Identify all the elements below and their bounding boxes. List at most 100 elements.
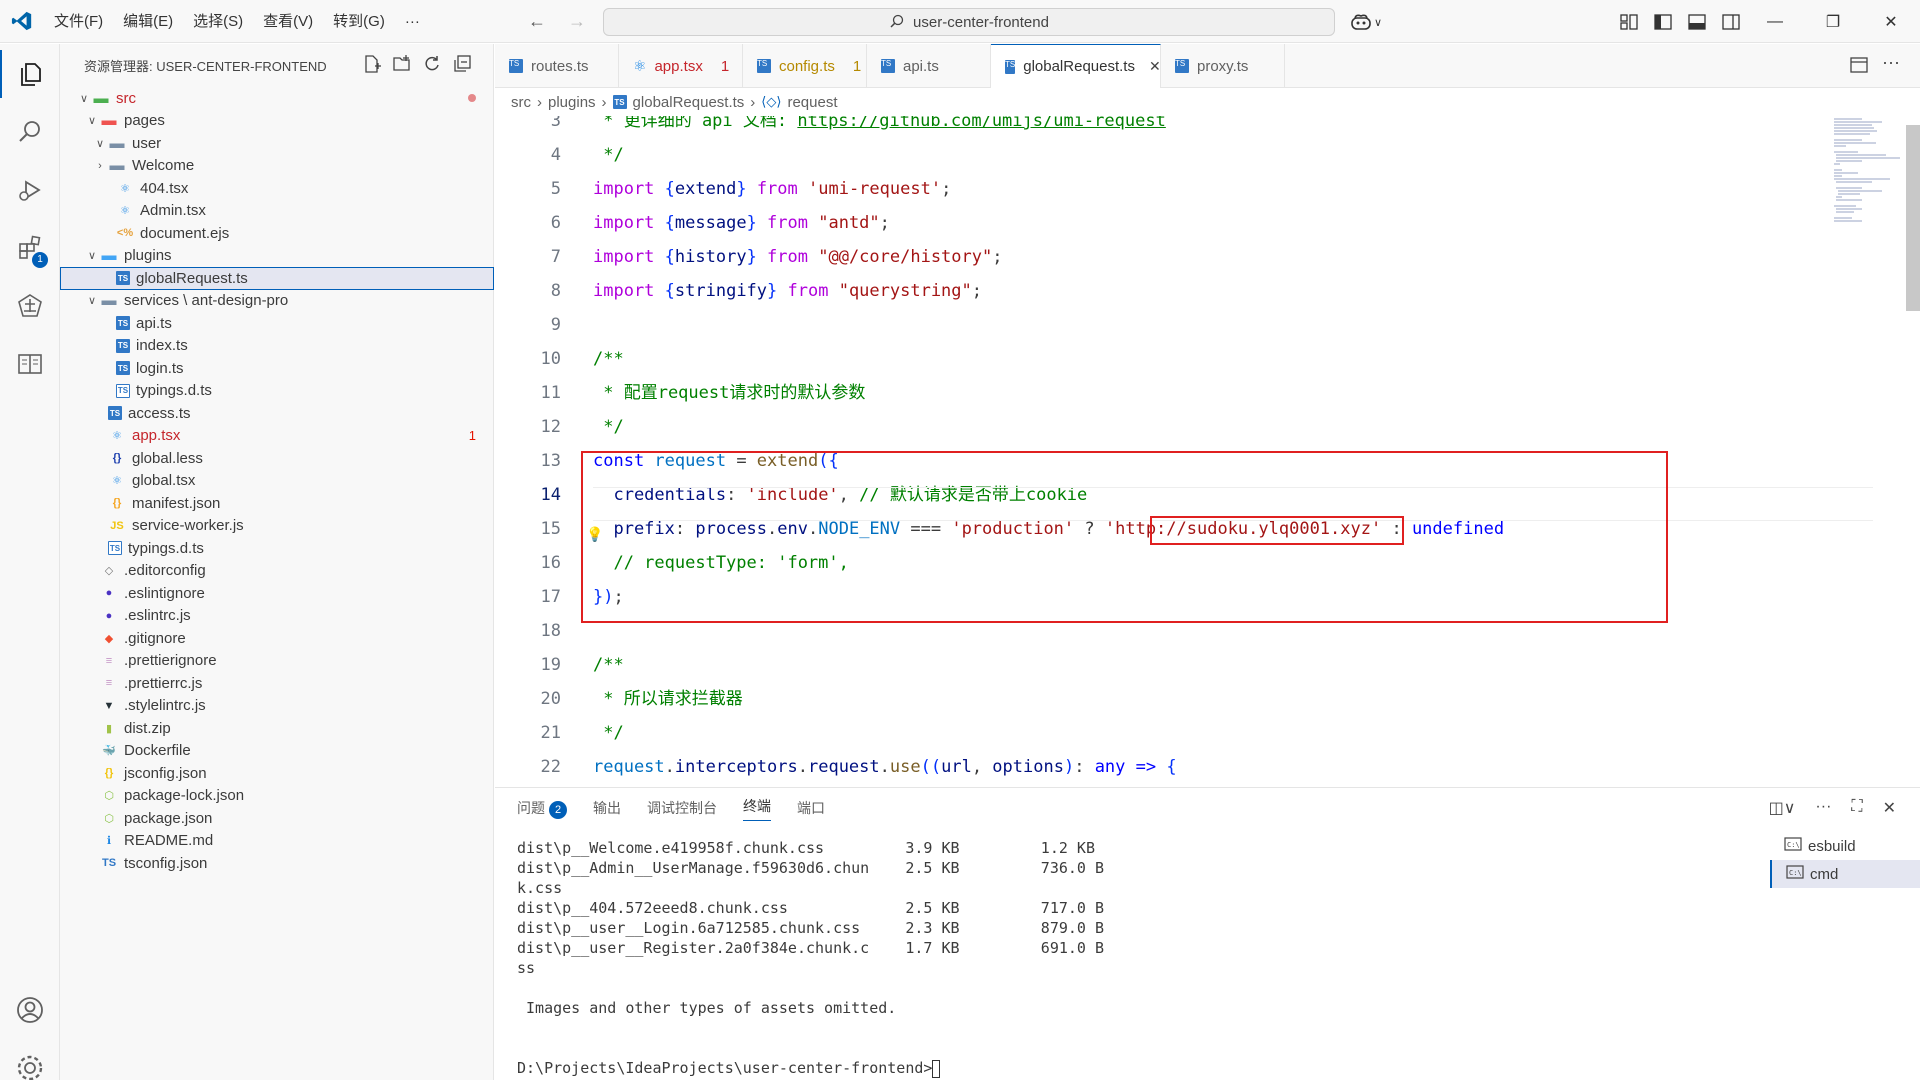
chevron-down-icon[interactable]: ∨ — [84, 114, 100, 127]
panel-tab[interactable]: 端口 — [797, 798, 825, 818]
tree-item[interactable]: TS tsconfig.json — [60, 852, 494, 875]
menu-item[interactable]: 查看(V) — [253, 0, 323, 43]
close-panel-icon[interactable]: ✕ — [1883, 798, 1896, 818]
menu-item[interactable]: ··· — [395, 0, 430, 43]
tree-item[interactable]: ⚛ Admin.tsx — [60, 200, 494, 223]
toggle-secondary-sidebar-icon[interactable] — [1722, 13, 1740, 30]
explorer-icon[interactable] — [0, 50, 60, 98]
tree-item[interactable]: {} manifest.json — [60, 492, 494, 515]
tree-item[interactable]: ∨ ▬ src — [60, 87, 494, 110]
tree-item[interactable]: › ▬ Welcome — [60, 155, 494, 178]
back-arrow-icon[interactable]: ← — [528, 11, 546, 32]
chevron-down-icon[interactable]: ∨ — [84, 294, 100, 307]
menu-item[interactable]: 选择(S) — [183, 0, 253, 43]
terminal-instance[interactable]: C:\ esbuild — [1770, 832, 1920, 860]
tree-item[interactable]: ● .eslintrc.js — [60, 605, 494, 628]
tree-item-label: login.ts — [136, 359, 184, 377]
forward-arrow-icon[interactable]: → — [568, 11, 586, 32]
book-icon[interactable] — [0, 340, 60, 388]
tree-item[interactable]: ⬡ package-lock.json — [60, 785, 494, 808]
tree-item[interactable]: TS index.ts — [60, 335, 494, 358]
menu-item[interactable]: 文件(F) — [44, 0, 113, 43]
close-tab-icon[interactable]: ✕ — [1149, 58, 1161, 75]
tree-item[interactable]: TS access.ts — [60, 402, 494, 425]
tree-item[interactable]: ⚛ global.tsx — [60, 470, 494, 493]
extensions-icon[interactable]: 1 — [0, 224, 60, 272]
breadcrumb-item-symbol[interactable]: request — [787, 94, 837, 111]
tree-item[interactable]: ≡ .prettierignore — [60, 650, 494, 673]
panel-tab[interactable]: 终端 — [743, 796, 771, 821]
minimize-icon[interactable]: — — [1746, 13, 1804, 31]
breadcrumb-item-plugins[interactable]: plugins — [548, 94, 596, 111]
tree-item[interactable]: JS service-worker.js — [60, 515, 494, 538]
minimap[interactable] — [1832, 116, 1902, 236]
tree-item[interactable]: ∨ ▬ plugins — [60, 245, 494, 268]
new-folder-icon[interactable] — [392, 54, 412, 74]
chevron-down-icon[interactable]: ∨ — [76, 92, 92, 105]
panel-tab[interactable]: 输出 — [593, 798, 621, 818]
tree-item[interactable]: ∨ ▬ pages — [60, 110, 494, 133]
tree-item[interactable]: ⚛ 404.tsx — [60, 177, 494, 200]
settings-gear-icon[interactable] — [0, 1044, 60, 1080]
copilot-button[interactable]: ∨ — [1350, 8, 1382, 36]
toggle-primary-sidebar-icon[interactable] — [1654, 13, 1672, 30]
tab-config-ts[interactable]: TS config.ts 1 — [743, 44, 867, 88]
maximize-panel-icon[interactable]: ⛶ — [1851, 798, 1862, 818]
split-terminal-icon[interactable]: ◫∨ — [1769, 798, 1796, 818]
tree-item[interactable]: {} global.less — [60, 447, 494, 470]
panel-tab[interactable]: 问题 2 — [517, 798, 567, 819]
chevron-down-icon[interactable]: ∨ — [92, 137, 108, 150]
collapse-all-icon[interactable] — [452, 54, 472, 74]
split-editor-icon[interactable] — [1850, 56, 1868, 74]
tab-globalrequest-ts[interactable]: TS globalRequest.ts ✕ — [991, 44, 1161, 88]
code-editor[interactable]: 3 4 5 6 7 8 9 10 11 12 13 14 15 16 17 18 19 20 21 22 * 更详细的… — [495, 116, 1920, 786]
refresh-icon[interactable] — [422, 54, 442, 74]
search-text: user-center-frontend — [913, 13, 1049, 31]
tab-routes-ts[interactable]: TS routes.ts — [495, 44, 619, 88]
menu-item[interactable]: 转到(G) — [323, 0, 395, 43]
git-extension-icon[interactable] — [0, 282, 60, 330]
tree-item[interactable]: TS typings.d.ts — [60, 537, 494, 560]
tree-item[interactable]: {} jsconfig.json — [60, 762, 494, 785]
tree-item[interactable]: TS login.ts — [60, 357, 494, 380]
tree-item[interactable]: ◇ .editorconfig — [60, 560, 494, 583]
tab-proxy-ts[interactable]: TS proxy.ts — [1161, 44, 1285, 88]
tree-item[interactable]: TS typings.d.ts — [60, 380, 494, 403]
toggle-panel-icon[interactable] — [1688, 13, 1706, 30]
tree-item[interactable]: ● .eslintignore — [60, 582, 494, 605]
run-debug-icon[interactable] — [0, 166, 60, 214]
tree-item[interactable]: ∨ ▬ user — [60, 132, 494, 155]
more-actions-icon[interactable]: ··· — [1815, 798, 1831, 818]
terminal-instance[interactable]: C:\ cmd — [1770, 860, 1920, 888]
restore-icon[interactable]: ❐ — [1804, 12, 1862, 32]
tree-item[interactable]: ▼ .stylelintrc.js — [60, 695, 494, 718]
tree-item[interactable]: TS globalRequest.ts — [60, 267, 494, 290]
chevron-right-icon[interactable]: › — [92, 160, 108, 172]
tree-item[interactable]: ℹ README.md — [60, 830, 494, 853]
tree-item[interactable]: 🐳 Dockerfile — [60, 740, 494, 763]
panel-tab[interactable]: 调试控制台 — [647, 798, 717, 818]
breadcrumb-item-src[interactable]: src — [511, 94, 531, 111]
tab-app-tsx[interactable]: ⚛ app.tsx 1 — [619, 44, 743, 88]
more-actions-icon[interactable]: ··· — [1882, 52, 1900, 73]
editor-scrollbar[interactable] — [1906, 125, 1920, 311]
search-icon[interactable] — [0, 108, 60, 156]
tree-item[interactable]: ∨ ▬ services \ ant-design-pro — [60, 290, 494, 313]
tree-item[interactable]: ≡ .prettierrc.js — [60, 672, 494, 695]
customize-layout-icon[interactable] — [1620, 13, 1638, 30]
account-icon[interactable] — [0, 986, 60, 1034]
tree-item[interactable]: <% document.ejs — [60, 222, 494, 245]
tree-item[interactable]: ▮ dist.zip — [60, 717, 494, 740]
chevron-down-icon[interactable]: ∨ — [84, 249, 100, 262]
tree-item[interactable]: ⚛ app.tsx 1 — [60, 425, 494, 448]
new-file-icon[interactable] — [362, 54, 382, 74]
terminal-line: dist\p__Welcome.e419958f.chunk.css 3.9 K… — [517, 838, 1095, 858]
command-center-search[interactable]: user-center-frontend — [603, 8, 1335, 36]
breadcrumb-item-file[interactable]: globalRequest.ts — [633, 94, 745, 111]
close-icon[interactable]: ✕ — [1862, 12, 1920, 32]
tree-item[interactable]: ⬡ package.json — [60, 807, 494, 830]
tree-item[interactable]: TS api.ts — [60, 312, 494, 335]
tab-api-ts[interactable]: TS api.ts — [867, 44, 991, 88]
menu-item[interactable]: 编辑(E) — [113, 0, 183, 43]
tree-item[interactable]: ◆ .gitignore — [60, 627, 494, 650]
